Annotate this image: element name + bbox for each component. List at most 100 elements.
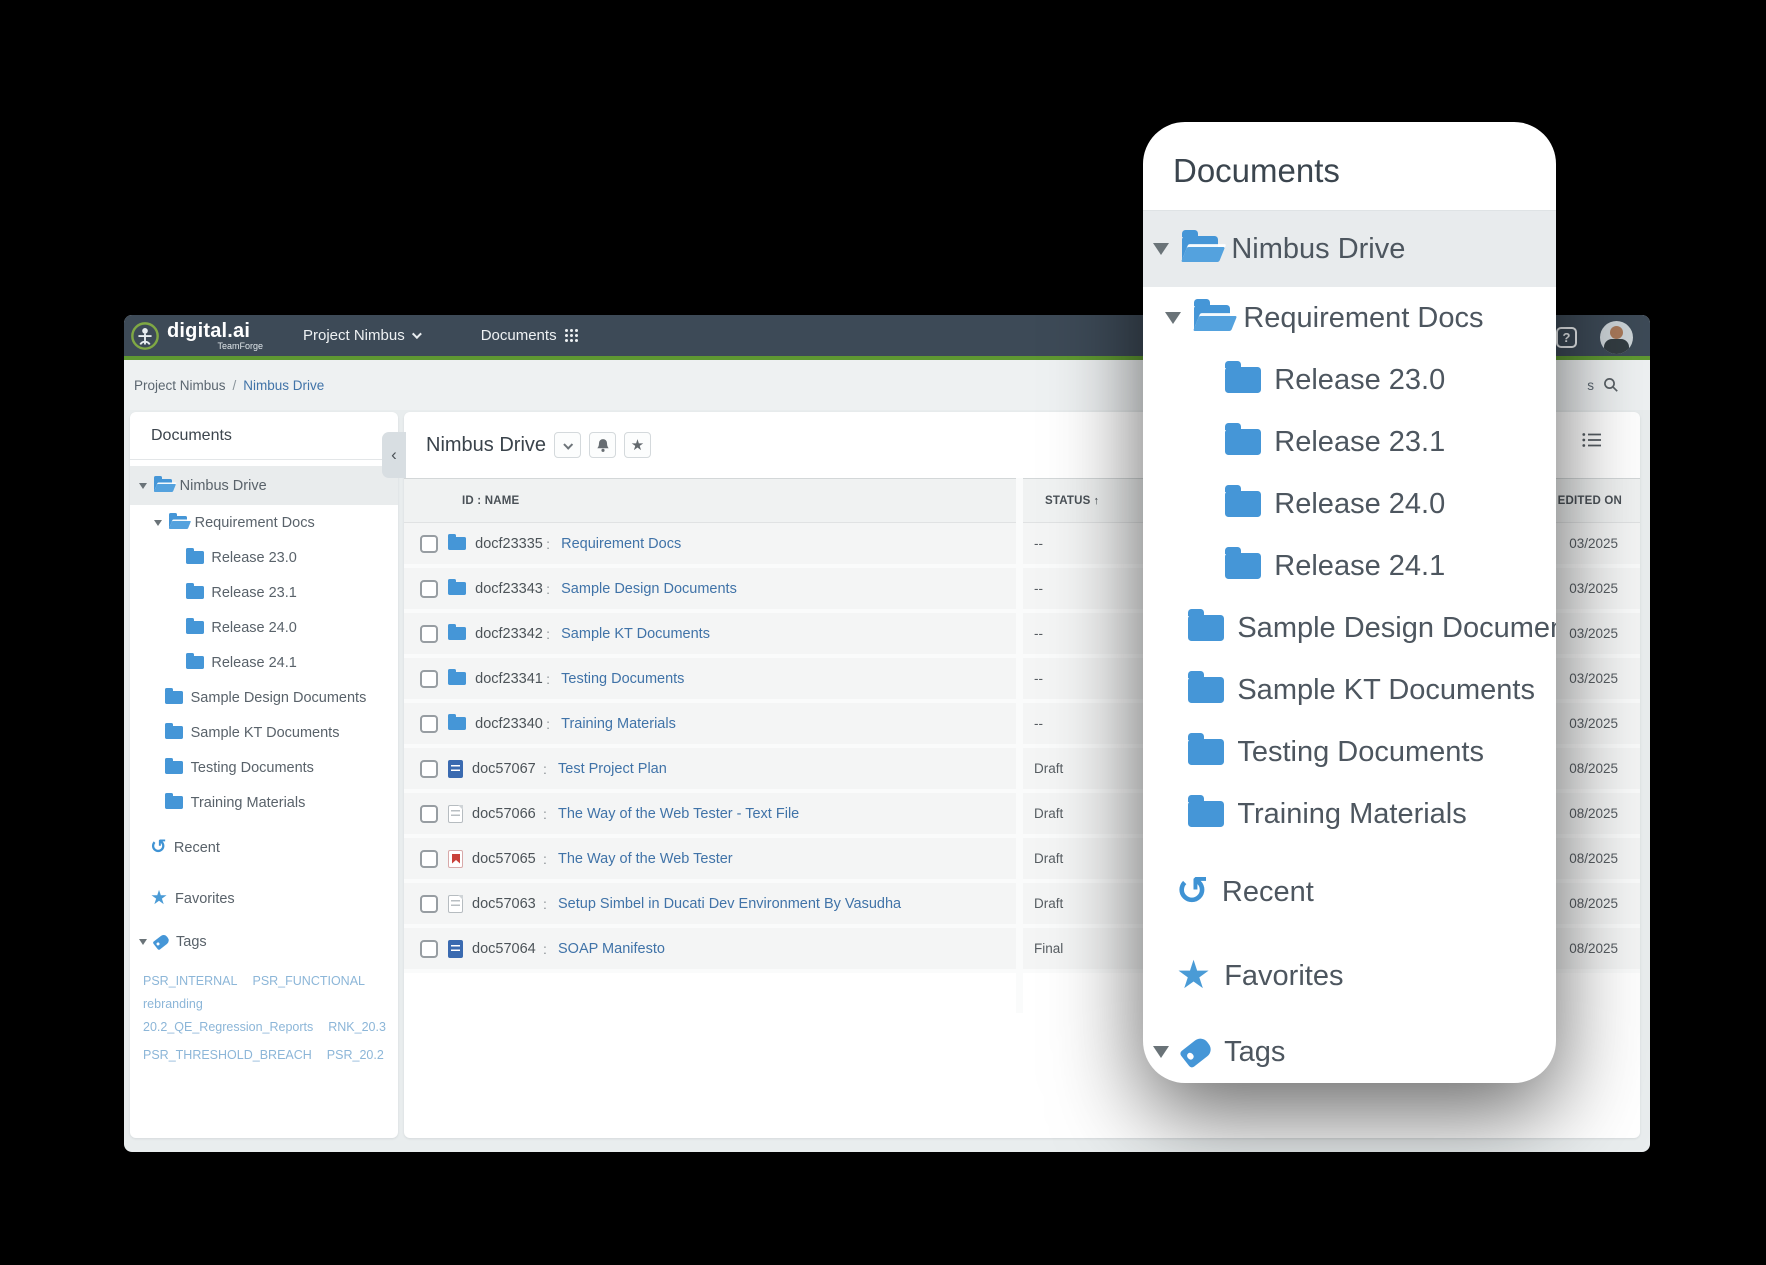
- favorite-star-button[interactable]: ★: [624, 432, 652, 458]
- document-edited-date: 08/2025: [1569, 806, 1618, 821]
- folder-icon: [448, 714, 467, 731]
- tag-link-rnk-20-3[interactable]: RNK_20.3: [328, 1020, 386, 1034]
- tree-item-label: Release 23.1: [1274, 425, 1446, 458]
- caret-down-icon: [1165, 312, 1181, 324]
- column-header-status[interactable]: STATUS ↑: [1045, 495, 1099, 507]
- overlay-tree-item-sample-kt-documents[interactable]: Sample KT Documents: [1143, 659, 1556, 721]
- document-name-link[interactable]: Requirement Docs: [561, 536, 681, 552]
- row-checkbox[interactable]: [420, 759, 438, 778]
- overlay-tree-item-release-24-0[interactable]: Release 24.0: [1143, 473, 1556, 535]
- document-id: docf23343: [475, 580, 543, 597]
- document-name-link[interactable]: The Way of the Web Tester: [558, 851, 733, 867]
- overlay-tree-item-release-23-0[interactable]: Release 23.0: [1143, 349, 1556, 411]
- folder-icon: [1188, 671, 1225, 704]
- sidebar-tree-item-tags[interactable]: Tags: [130, 924, 398, 959]
- notifications-bell-button[interactable]: [589, 432, 617, 458]
- document-status: Final: [1034, 941, 1064, 956]
- tree-item-label: Tags: [1224, 1035, 1286, 1068]
- overlay-tree-item-favorites[interactable]: ★ Favorites: [1143, 945, 1556, 1007]
- overlay-tree-item-nimbus-drive[interactable]: Nimbus Drive: [1143, 211, 1556, 287]
- help-button[interactable]: ?: [1556, 327, 1577, 348]
- folder-actions-dropdown-button[interactable]: [554, 432, 582, 458]
- sidebar-tree-item-favorites[interactable]: ★ Favorites: [130, 881, 398, 916]
- row-checkbox[interactable]: [420, 669, 438, 688]
- sidebar-collapse-button[interactable]: ‹: [382, 432, 406, 478]
- documents-app-menu[interactable]: Documents: [481, 327, 579, 344]
- documents-app-label: Documents: [480, 327, 557, 344]
- document-name-link[interactable]: Test Project Plan: [558, 761, 667, 777]
- document-id: doc57066: [472, 805, 536, 822]
- tag-link-psr-functional[interactable]: PSR_FUNCTIONAL: [252, 974, 365, 988]
- id-name-separator: :: [546, 715, 551, 732]
- list-view-toggle-button[interactable]: [1582, 431, 1602, 449]
- column-header-id-name[interactable]: ID : NAME: [462, 495, 519, 507]
- caret-down-icon: [139, 938, 147, 945]
- sidebar-tree-item-requirement-docs[interactable]: Requirement Docs: [130, 505, 398, 540]
- favorites-star-icon: ★: [150, 886, 168, 909]
- user-avatar[interactable]: [1600, 321, 1633, 354]
- brand-subtitle: TeamForge: [217, 340, 263, 351]
- overlay-tree-item-release-24-1[interactable]: Release 24.1: [1143, 535, 1556, 597]
- breadcrumb-current[interactable]: Nimbus Drive: [243, 378, 324, 393]
- document-edited-date: 03/2025: [1569, 536, 1618, 551]
- sidebar-tree-item-release-24-1[interactable]: Release 24.1: [130, 645, 398, 680]
- search-area[interactable]: s: [1587, 360, 1619, 410]
- tree-item-label: Nimbus Drive: [179, 477, 267, 494]
- tree-item-label: Release 23.0: [1274, 363, 1446, 396]
- sidebar-tree-item-training-materials[interactable]: Training Materials: [130, 785, 398, 820]
- overlay-tree-item-recent[interactable]: ↺ Recent: [1143, 861, 1556, 923]
- search-icon[interactable]: [1603, 377, 1619, 393]
- project-selector[interactable]: Project Nimbus: [303, 327, 422, 344]
- sidebar-tree-item-nimbus-drive[interactable]: Nimbus Drive: [130, 466, 398, 505]
- app-grid-icon: [564, 329, 578, 342]
- row-checkbox[interactable]: [420, 804, 438, 823]
- overlay-tree-item-tags[interactable]: Tags: [1143, 1021, 1556, 1083]
- sidebar-tree-item-sample-design-documents[interactable]: Sample Design Documents: [130, 680, 398, 715]
- sidebar-tree-item-sample-kt-documents[interactable]: Sample KT Documents: [130, 715, 398, 750]
- folder-icon: [186, 618, 205, 635]
- row-checkbox[interactable]: [420, 714, 438, 733]
- chevron-down-icon: [563, 439, 574, 450]
- document-name-link[interactable]: Sample Design Documents: [561, 581, 737, 597]
- sidebar-tree-item-release-23-1[interactable]: Release 23.1: [130, 575, 398, 610]
- sidebar-tree-item-release-24-0[interactable]: Release 24.0: [130, 610, 398, 645]
- column-divider: [1016, 478, 1023, 1013]
- document-name-link[interactable]: Setup Simbel in Ducati Dev Environment B…: [558, 896, 901, 912]
- document-name-link[interactable]: The Way of the Web Tester - Text File: [558, 806, 799, 822]
- recent-history-icon: ↺: [150, 835, 167, 858]
- overlay-tree-item-release-23-1[interactable]: Release 23.1: [1143, 411, 1556, 473]
- tag-link-20-2-qe-regression-reports[interactable]: 20.2_QE_Regression_Reports: [143, 1020, 313, 1034]
- row-checkbox[interactable]: [420, 849, 438, 868]
- overlay-title: Documents: [1143, 122, 1556, 211]
- row-checkbox[interactable]: [420, 534, 438, 553]
- overlay-tree-item-training-materials[interactable]: Training Materials: [1143, 783, 1556, 845]
- row-checkbox[interactable]: [420, 939, 438, 958]
- column-header-edited-on[interactable]: T EDITED ON: [1547, 495, 1622, 507]
- document-edited-date: 08/2025: [1569, 851, 1618, 866]
- tag-link-psr-threshold-breach[interactable]: PSR_THRESHOLD_BREACH: [143, 1048, 312, 1062]
- row-checkbox[interactable]: [420, 894, 438, 913]
- tag-link-psr-20-2[interactable]: PSR_20.2: [327, 1048, 384, 1062]
- tag-link-rebranding[interactable]: rebranding: [143, 997, 203, 1011]
- overlay-tree-item-testing-documents[interactable]: Testing Documents: [1143, 721, 1556, 783]
- document-status: Draft: [1034, 896, 1064, 911]
- folder-icon: [165, 723, 184, 740]
- document-name-link[interactable]: Testing Documents: [561, 671, 684, 687]
- tag-link-psr-internal[interactable]: PSR_INTERNAL: [143, 974, 237, 988]
- row-checkbox[interactable]: [420, 624, 438, 643]
- document-name-link[interactable]: Sample KT Documents: [561, 626, 710, 642]
- breadcrumb-project[interactable]: Project Nimbus: [134, 378, 226, 393]
- folder-icon: [165, 793, 184, 810]
- document-name-link[interactable]: SOAP Manifesto: [558, 941, 665, 957]
- tag-cloud: PSR_INTERNAL PSR_FUNCTIONAL rebranding 20.2…: [130, 959, 398, 1063]
- sidebar-tree-item-recent[interactable]: ↺ Recent: [130, 830, 398, 865]
- folder-open-icon: [169, 513, 188, 530]
- sidebar-tree-item-testing-documents[interactable]: Testing Documents: [130, 750, 398, 785]
- document-name-link[interactable]: Training Materials: [561, 716, 676, 732]
- row-checkbox[interactable]: [420, 579, 438, 598]
- overlay-tree-item-sample-design-documents[interactable]: Sample Design Documents: [1143, 597, 1556, 659]
- overlay-tree-item-requirement-docs[interactable]: Requirement Docs: [1143, 287, 1556, 349]
- sidebar-tree-item-release-23-0[interactable]: Release 23.0: [130, 540, 398, 575]
- screenshot-stage: digital.ai TeamForge Project Nimbus Docu…: [0, 0, 1766, 1265]
- document-id: doc57067: [472, 760, 536, 777]
